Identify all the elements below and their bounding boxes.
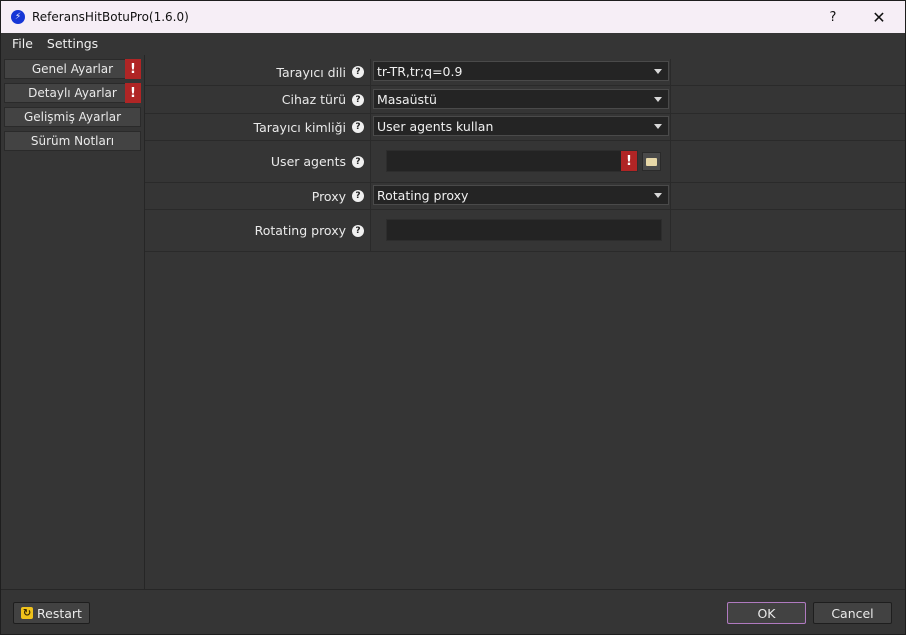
sidebar-item-surum-notlari[interactable]: Sürüm Notları (4, 131, 141, 151)
device-type-dropdown[interactable]: Masaüstü (373, 89, 669, 109)
browser-identity-dropdown[interactable]: User agents kullan (373, 116, 669, 136)
restart-icon: ↻ (21, 607, 34, 619)
menu-settings[interactable]: Settings (40, 36, 105, 51)
setting-label: Rotating proxy (254, 223, 346, 238)
setting-row-user-agents: User agents ? ! (145, 141, 905, 183)
chevron-down-icon (654, 193, 662, 198)
setting-label-cell: Cihaz türü ? (145, 86, 371, 113)
sidebar-item-label: Detaylı Ayarlar (28, 86, 117, 100)
sidebar: Genel Ayarlar ! Detaylı Ayarlar ! Gelişm… (1, 55, 145, 589)
setting-label-cell: Tarayıcı kimliği ? (145, 114, 371, 140)
setting-row-rotating-proxy: Rotating proxy ? (145, 210, 905, 252)
warning-icon: ! (621, 151, 637, 171)
question-icon[interactable]: ? (352, 155, 364, 168)
restart-button[interactable]: ↻ Restart (13, 602, 90, 624)
setting-label: Proxy (311, 188, 346, 204)
sidebar-item-label: Sürüm Notları (30, 134, 115, 148)
setting-value-cell: User agents kullan (371, 114, 671, 140)
dropdown-value: Masaüstü (377, 91, 437, 107)
setting-row-browser-identity: Tarayıcı kimliği ? User agents kullan (145, 114, 905, 141)
setting-label: Tarayıcı dili (276, 64, 346, 80)
question-icon[interactable]: ? (352, 66, 364, 78)
setting-label-cell: Tarayıcı dili ? (145, 59, 371, 85)
dropdown-value: Rotating proxy (377, 187, 469, 203)
setting-row-proxy: Proxy ? Rotating proxy (145, 183, 905, 210)
setting-row-browser-language: Tarayıcı dili ? tr-TR,tr;q=0.9 (145, 59, 905, 86)
question-icon[interactable]: ? (352, 224, 364, 237)
proxy-dropdown[interactable]: Rotating proxy (373, 185, 669, 205)
question-icon[interactable]: ? (352, 190, 364, 202)
setting-label: User agents (270, 154, 346, 169)
setting-label-cell: User agents ? (145, 141, 371, 182)
cancel-button[interactable]: Cancel (813, 602, 892, 624)
setting-row-device-type: Cihaz türü ? Masaüstü (145, 86, 905, 114)
bottom-bar: ↻ Restart OK Cancel (1, 589, 905, 634)
settings-panel: Tarayıcı dili ? tr-TR,tr;q=0.9 Cihaz tür… (145, 55, 905, 589)
browser-language-dropdown[interactable]: tr-TR,tr;q=0.9 (373, 61, 669, 81)
sidebar-item-label: Gelişmiş Ayarlar (23, 110, 122, 124)
sidebar-item-label: Genel Ayarlar (31, 62, 114, 76)
chevron-down-icon (654, 124, 662, 129)
title-bar: ⚡ ReferansHitBotuPro(1.6.0) ? ✕ (1, 1, 905, 33)
user-agents-input[interactable]: ! (386, 150, 638, 172)
chevron-down-icon (654, 97, 662, 102)
window-title: ReferansHitBotuPro(1.6.0) (32, 10, 189, 24)
sidebar-item-detayli-ayarlar[interactable]: Detaylı Ayarlar ! (4, 83, 141, 103)
setting-value-cell: Rotating proxy (371, 183, 671, 209)
lightning-app-icon: ⚡ (11, 10, 25, 24)
dropdown-value: tr-TR,tr;q=0.9 (377, 63, 463, 79)
warning-icon: ! (125, 83, 141, 103)
setting-value-cell: Masaüstü (371, 86, 671, 113)
setting-label-cell: Proxy ? (145, 183, 371, 209)
help-button[interactable]: ? (813, 1, 853, 33)
menu-bar: File Settings (1, 33, 905, 53)
ok-button[interactable]: OK (727, 602, 806, 624)
setting-value-cell: tr-TR,tr;q=0.9 (371, 59, 671, 85)
setting-label-cell: Rotating proxy ? (145, 210, 371, 251)
question-icon[interactable]: ? (352, 93, 364, 106)
browse-folder-button[interactable] (642, 152, 661, 171)
setting-label: Tarayıcı kimliği (253, 119, 346, 135)
sidebar-item-gelismis-ayarlar[interactable]: Gelişmiş Ayarlar (4, 107, 141, 127)
setting-value-cell (371, 210, 671, 251)
app-window: ⚡ ReferansHitBotuPro(1.6.0) ? ✕ File Set… (0, 0, 906, 635)
folder-icon (646, 157, 657, 166)
sidebar-item-genel-ayarlar[interactable]: Genel Ayarlar ! (4, 59, 141, 79)
setting-label: Cihaz türü (281, 92, 346, 107)
dropdown-value: User agents kullan (377, 118, 494, 134)
menu-file[interactable]: File (1, 36, 40, 51)
restart-label: Restart (37, 605, 82, 621)
setting-value-cell: ! (371, 141, 671, 182)
chevron-down-icon (654, 69, 662, 74)
close-button[interactable]: ✕ (859, 1, 899, 33)
rotating-proxy-input[interactable] (386, 219, 662, 241)
question-icon[interactable]: ? (352, 121, 364, 133)
warning-icon: ! (125, 59, 141, 79)
